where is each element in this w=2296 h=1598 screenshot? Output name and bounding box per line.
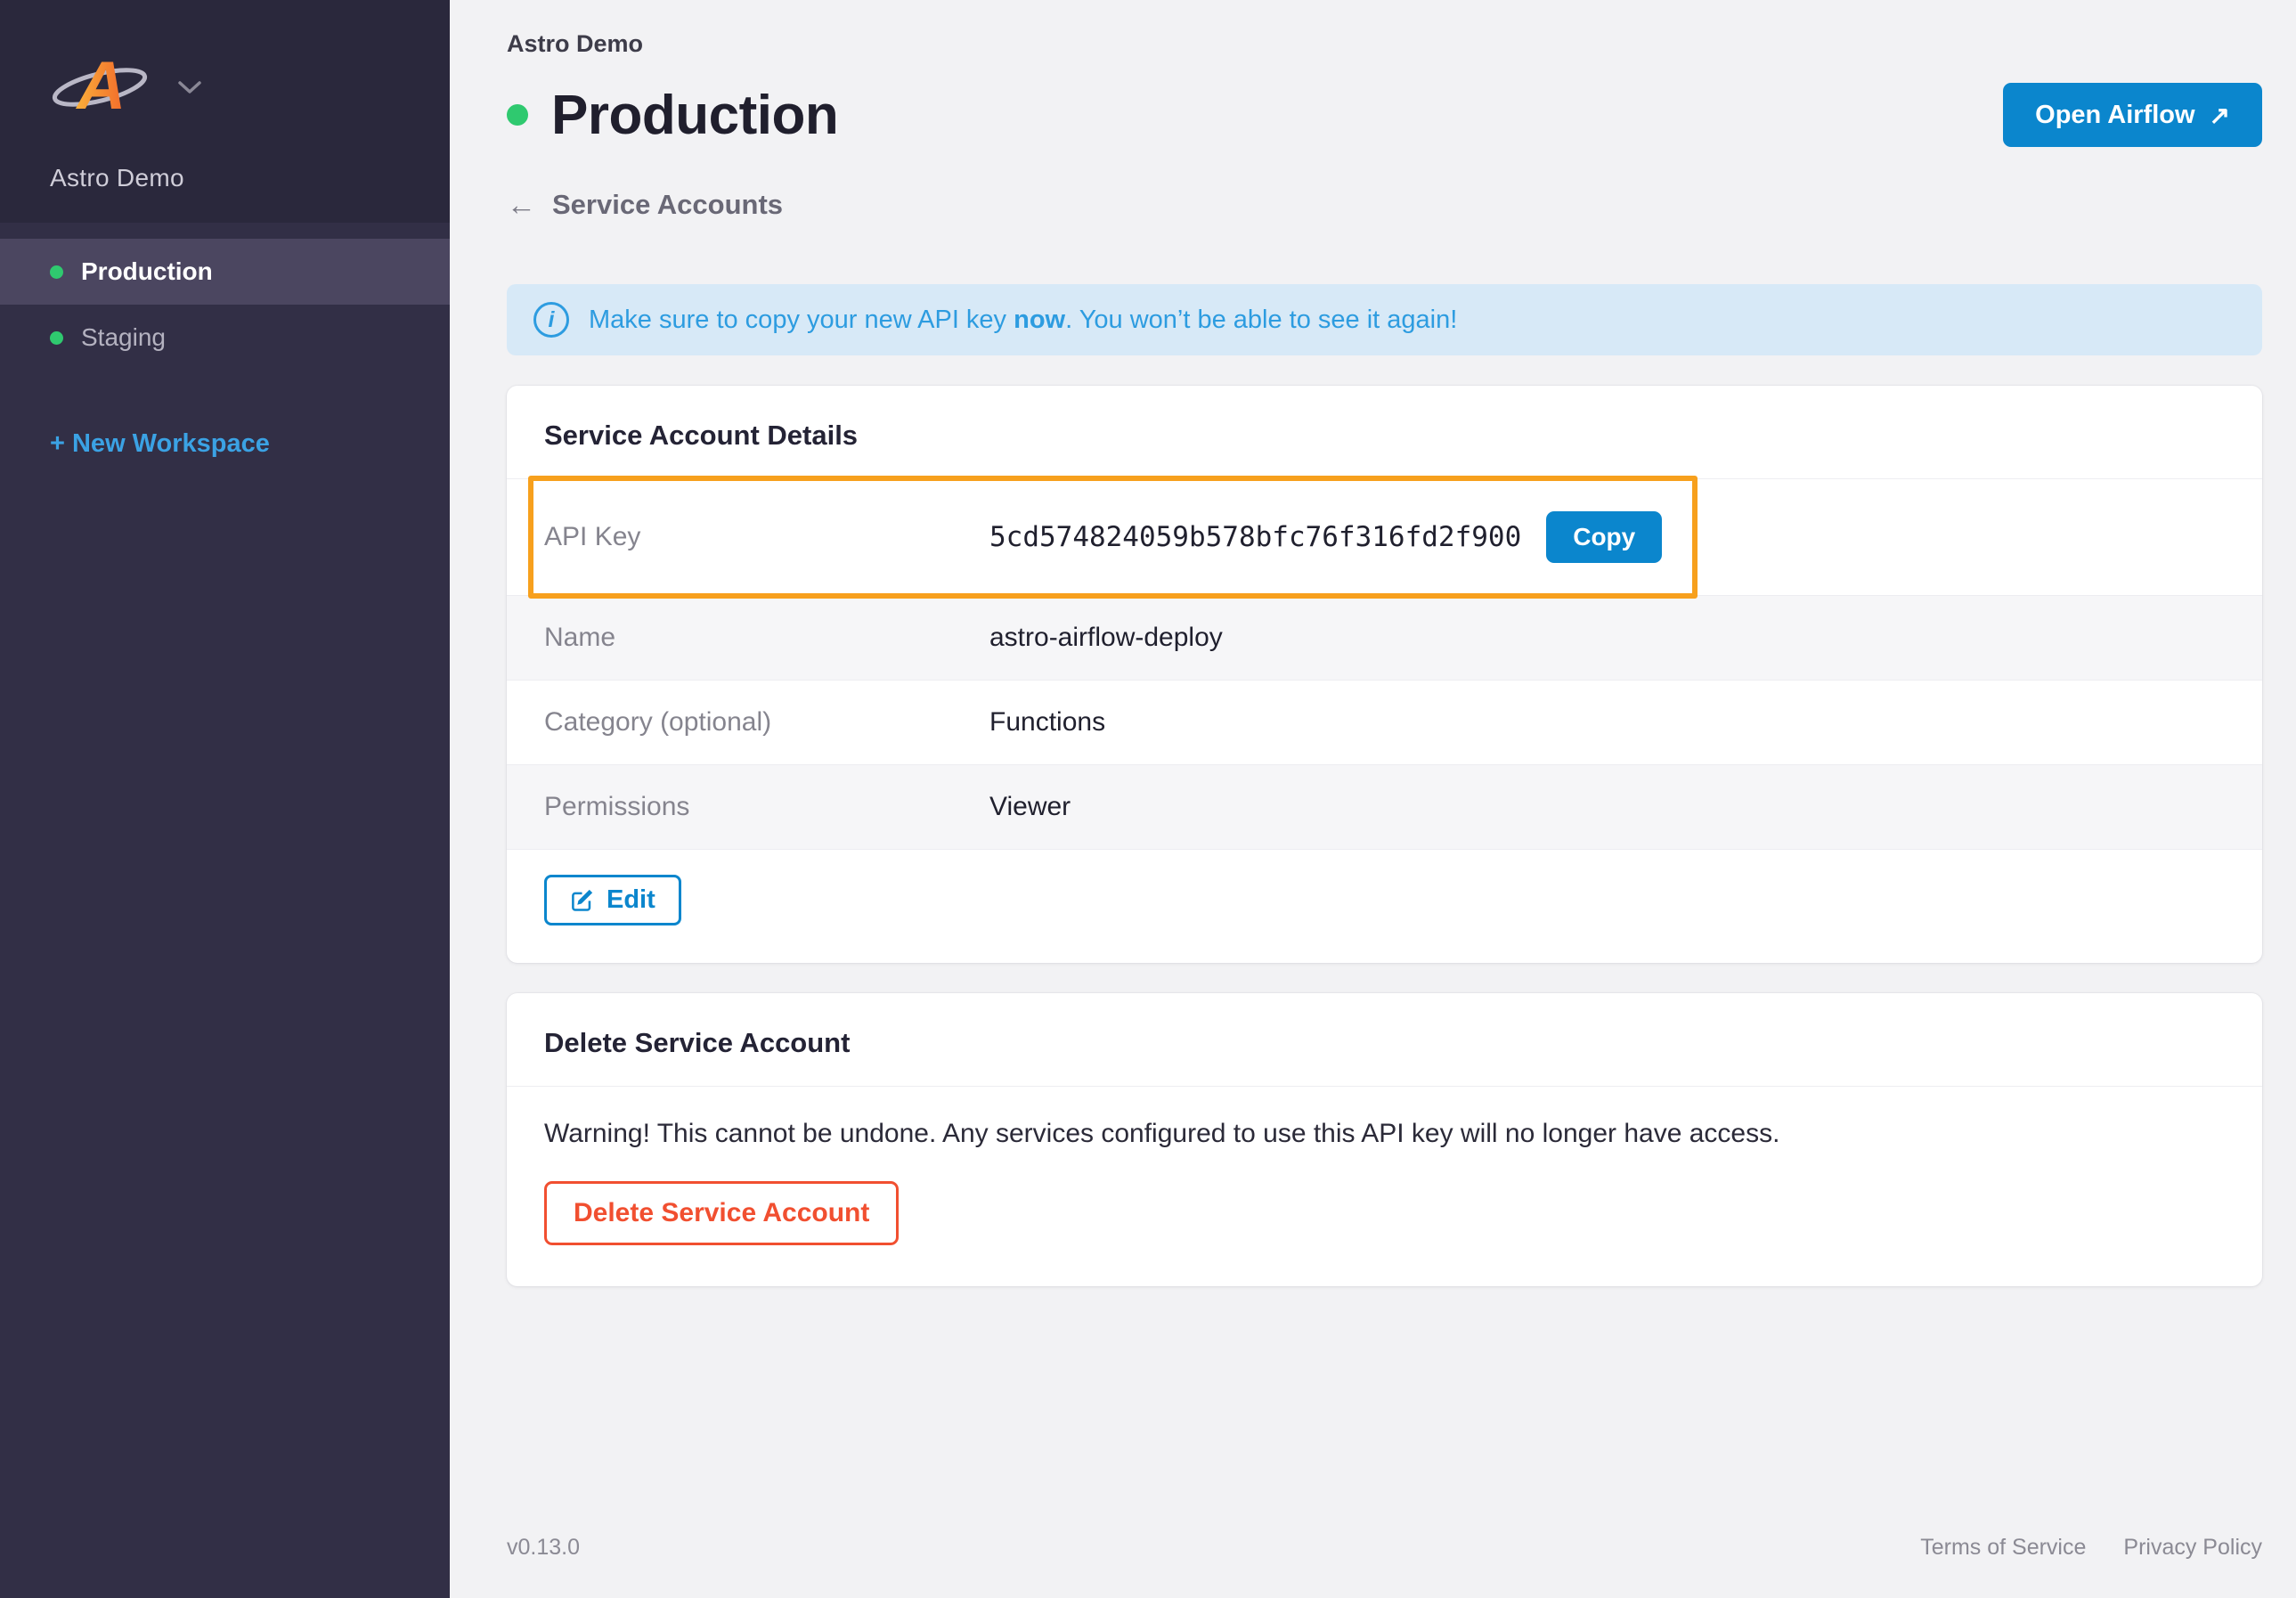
- deployment-status-dot-icon: [507, 104, 528, 126]
- row-value: Viewer: [989, 792, 1071, 821]
- logo-letter: A: [76, 48, 126, 124]
- back-link-label: Service Accounts: [552, 189, 784, 220]
- status-dot-icon: [50, 265, 63, 279]
- row-value: astro-airflow-deploy: [989, 623, 1223, 652]
- privacy-policy-link[interactable]: Privacy Policy: [2123, 1535, 2262, 1561]
- sidebar-item-production[interactable]: Production: [0, 239, 450, 305]
- delete-service-account-card: Delete Service Account Warning! This can…: [507, 993, 2262, 1286]
- arrow-left-icon: ←: [507, 188, 536, 221]
- back-link-service-accounts[interactable]: ← Service Accounts: [507, 188, 783, 222]
- sidebar-nav: Production Staging: [0, 239, 450, 371]
- card-title: Service Account Details: [544, 420, 859, 451]
- row-label: Permissions: [544, 792, 690, 821]
- pencil-icon: [570, 888, 594, 912]
- copy-button[interactable]: Copy: [1546, 511, 1663, 563]
- edit-button[interactable]: Edit: [544, 875, 681, 925]
- open-airflow-button[interactable]: Open Airflow ↗: [2003, 83, 2262, 147]
- api-key-value: 5cd574824059b578bfc76f316fd2f900: [989, 521, 1522, 553]
- alert-text-before: Make sure to copy your new API key: [589, 305, 1014, 334]
- new-workspace-link[interactable]: + New Workspace: [50, 429, 450, 459]
- card-title: Delete Service Account: [544, 1027, 851, 1058]
- table-row-name: Name astro-airflow-deploy: [507, 595, 2262, 680]
- service-account-details-card: Service Account Details API Key 5cd57482…: [507, 386, 2262, 963]
- page-title: Production: [551, 84, 839, 146]
- edit-button-label: Edit: [607, 885, 655, 914]
- astronomer-logo[interactable]: A: [50, 43, 155, 125]
- external-link-icon: ↗: [2209, 101, 2230, 129]
- alert-text-after: . You won’t be able to see it again!: [1065, 305, 1458, 334]
- alert-text-bold: now: [1014, 305, 1066, 334]
- page-header: Production Open Airflow ↗: [507, 83, 2262, 147]
- sidebar: A Astro Demo Production Staging + New Wo…: [0, 0, 450, 1598]
- api-key-info-alert: i Make sure to copy your new API key now…: [507, 284, 2262, 355]
- row-label: Category (optional): [544, 707, 772, 737]
- delete-service-account-button[interactable]: Delete Service Account: [544, 1181, 900, 1245]
- main-content: Astro Demo Production Open Airflow ↗ ← S…: [450, 0, 2296, 1598]
- sidebar-item-staging[interactable]: Staging: [0, 305, 450, 371]
- sidebar-header: A Astro Demo: [0, 0, 450, 223]
- footer: v0.13.0 Terms of Service Privacy Policy: [507, 1535, 2262, 1598]
- row-value: Functions: [989, 707, 1106, 737]
- table-row-permissions: Permissions Viewer: [507, 764, 2262, 849]
- info-icon: i: [533, 302, 569, 338]
- row-label: API Key: [544, 522, 641, 551]
- row-label: Name: [544, 623, 616, 652]
- open-airflow-label: Open Airflow: [2035, 100, 2195, 129]
- breadcrumb: Astro Demo: [507, 30, 644, 57]
- chevron-down-icon[interactable]: [178, 81, 201, 95]
- workspace-name: Astro Demo: [50, 164, 184, 192]
- alert-text: Make sure to copy your new API key now. …: [589, 306, 1457, 335]
- table-row-api-key: API Key 5cd574824059b578bfc76f316fd2f900…: [507, 476, 2262, 599]
- delete-warning-text: Warning! This cannot be undone. Any serv…: [544, 1119, 1780, 1148]
- sidebar-item-label: Production: [81, 257, 213, 285]
- sidebar-item-label: Staging: [81, 323, 166, 351]
- status-dot-icon: [50, 330, 63, 345]
- version-label: v0.13.0: [507, 1535, 581, 1560]
- terms-of-service-link[interactable]: Terms of Service: [1920, 1535, 2086, 1561]
- table-row-category: Category (optional) Functions: [507, 680, 2262, 764]
- edit-button-area: Edit: [507, 849, 2262, 963]
